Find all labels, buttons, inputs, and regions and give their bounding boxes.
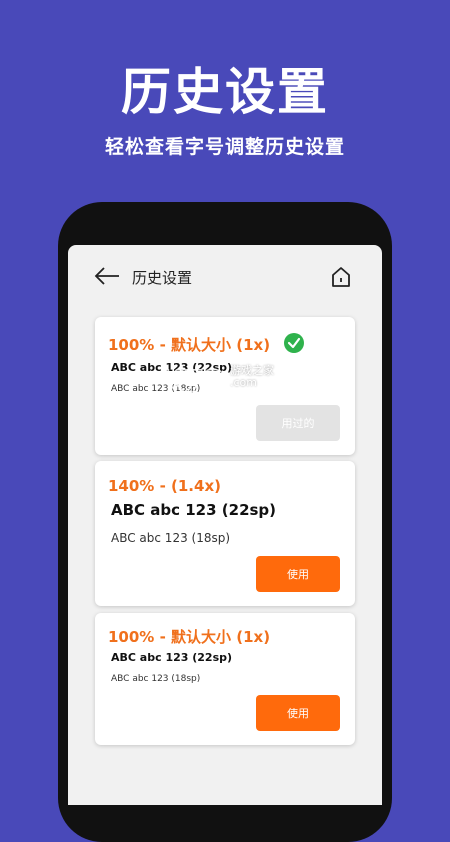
setting-card: 100% - 默认大小 (1x) ABC abc 123 (22sp) ABC …: [95, 613, 355, 745]
app-header: 历史设置: [68, 245, 382, 305]
watermark-logo: K73: [159, 364, 226, 401]
sample-large-text: ABC abc 123 (22sp): [111, 501, 277, 519]
page-title: 历史设置: [132, 269, 193, 287]
checkmark-icon: [284, 333, 304, 353]
app-screen: 历史设置 100% - 默认大小 (1x) ABC abc 123 (22sp)…: [68, 245, 382, 805]
sample-large-text: ABC abc 123 (22sp): [111, 651, 233, 664]
used-button[interactable]: 用过的: [256, 405, 340, 441]
sample-small-text: ABC abc 123 (18sp): [111, 674, 201, 684]
sample-small-text: ABC abc 123 (18sp): [111, 531, 231, 545]
card-heading: 140% - (1.4x): [108, 477, 221, 495]
arrow-left-icon[interactable]: [94, 267, 120, 285]
setting-card: 140% - (1.4x) ABC abc 123 (22sp) ABC abc…: [95, 461, 355, 606]
use-button[interactable]: 使用: [256, 695, 340, 731]
card-heading: 100% - 默认大小 (1x): [108, 628, 271, 646]
card-heading: 100% - 默认大小 (1x): [108, 336, 271, 354]
use-button[interactable]: 使用: [256, 556, 340, 592]
watermark: K73 游戏之家 .com: [158, 360, 288, 410]
svg-text:K73: K73: [160, 365, 225, 400]
watermark-domain: .com: [230, 376, 257, 389]
promo-title: 历史设置: [121, 63, 329, 121]
home-icon[interactable]: [330, 266, 352, 288]
promo-subtitle: 轻松查看字号调整历史设置: [104, 136, 345, 158]
